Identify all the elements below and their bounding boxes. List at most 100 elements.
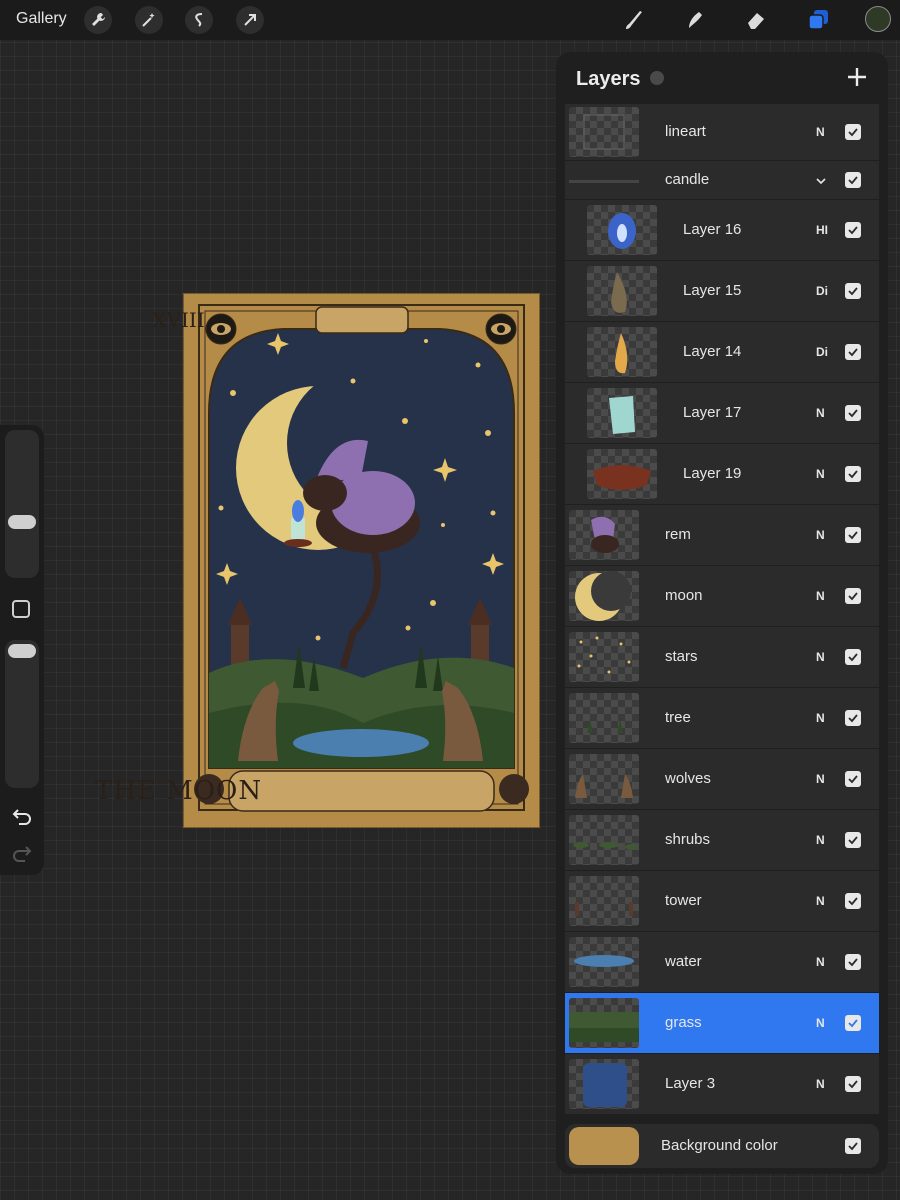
layer-visibility-checkbox[interactable] xyxy=(845,1076,861,1092)
layer-thumbnail[interactable] xyxy=(569,107,639,157)
blend-mode-button[interactable]: N xyxy=(816,467,825,481)
blend-mode-button[interactable]: N xyxy=(816,589,825,603)
layer-row[interactable]: Layer 16 HI xyxy=(565,200,879,260)
color-picker-button[interactable] xyxy=(865,6,891,32)
magic-wand-icon[interactable] xyxy=(135,6,163,34)
layer-name: Layer 15 xyxy=(683,282,742,299)
wrench-icon[interactable] xyxy=(84,6,112,34)
blend-mode-button[interactable]: N xyxy=(816,406,825,420)
layer-visibility-checkbox[interactable] xyxy=(845,124,861,140)
layer-row[interactable]: moon N xyxy=(565,566,879,626)
redo-icon[interactable] xyxy=(11,845,33,863)
selection-icon[interactable] xyxy=(185,6,213,34)
layer-thumbnail[interactable] xyxy=(587,449,657,499)
blend-mode-button[interactable]: Di xyxy=(816,284,828,298)
layer-name: Layer 19 xyxy=(683,465,742,482)
layers-icon[interactable] xyxy=(804,6,832,34)
layer-name: grass xyxy=(665,1014,702,1031)
modifier-square-button[interactable] xyxy=(12,600,30,618)
layer-visibility-checkbox[interactable] xyxy=(845,893,861,909)
blend-mode-button[interactable]: Di xyxy=(816,345,828,359)
blend-mode-button[interactable]: N xyxy=(816,1077,825,1091)
layer-row[interactable]: Layer 17 N xyxy=(565,383,879,443)
layer-visibility-checkbox[interactable] xyxy=(845,222,861,238)
layer-visibility-checkbox[interactable] xyxy=(845,832,861,848)
layer-name: water xyxy=(665,953,702,970)
layer-row[interactable]: shrubs N xyxy=(565,810,879,870)
layer-visibility-checkbox[interactable] xyxy=(845,954,861,970)
chevron-down-icon[interactable] xyxy=(650,71,664,85)
layer-thumbnail[interactable] xyxy=(569,693,639,743)
layer-row[interactable]: wolves N xyxy=(565,749,879,809)
smudge-icon[interactable] xyxy=(681,6,709,34)
blend-mode-button[interactable]: HI xyxy=(816,223,828,237)
layer-row[interactable]: lineart N xyxy=(565,104,879,160)
blend-mode-button[interactable]: N xyxy=(816,894,825,908)
blend-mode-button[interactable]: N xyxy=(816,1016,825,1030)
layer-visibility-checkbox[interactable] xyxy=(845,588,861,604)
brush-size-slider[interactable] xyxy=(5,430,39,578)
layer-thumbnail[interactable] xyxy=(569,632,639,682)
layer-row[interactable]: water N xyxy=(565,932,879,992)
layer-name: tree xyxy=(665,709,691,726)
layer-row[interactable]: Layer 3 N xyxy=(565,1054,879,1114)
layer-name: lineart xyxy=(665,123,706,140)
blend-mode-button[interactable]: N xyxy=(816,833,825,847)
blend-mode-button[interactable]: N xyxy=(816,772,825,786)
blend-mode-button[interactable]: N xyxy=(816,955,825,969)
layer-visibility-checkbox[interactable] xyxy=(845,1015,861,1031)
layer-name: rem xyxy=(665,526,691,543)
background-visibility-checkbox[interactable] xyxy=(845,1138,861,1154)
layer-list: lineart Ncandle Layer 16 HI Layer 15 Di Layer … xyxy=(565,104,879,1115)
layer-thumbnail[interactable] xyxy=(569,754,639,804)
layer-visibility-checkbox[interactable] xyxy=(845,172,861,188)
blend-mode-button[interactable]: N xyxy=(816,711,825,725)
layer-row[interactable]: tree N xyxy=(565,688,879,748)
blend-mode-button[interactable]: N xyxy=(816,528,825,542)
layer-visibility-checkbox[interactable] xyxy=(845,771,861,787)
brush-icon[interactable] xyxy=(620,6,648,34)
layer-row[interactable]: stars N xyxy=(565,627,879,687)
blend-mode-button[interactable]: N xyxy=(816,650,825,664)
layer-name: tower xyxy=(665,892,702,909)
layer-thumbnail[interactable] xyxy=(587,388,657,438)
layer-group-row[interactable]: candle xyxy=(565,161,879,199)
layer-thumbnail[interactable] xyxy=(569,510,639,560)
layer-visibility-checkbox[interactable] xyxy=(845,527,861,543)
opacity-thumb[interactable] xyxy=(8,644,36,658)
layer-thumbnail[interactable] xyxy=(569,998,639,1048)
brush-size-thumb[interactable] xyxy=(8,515,36,529)
transform-arrow-icon[interactable] xyxy=(236,6,264,34)
layer-row[interactable]: tower N xyxy=(565,871,879,931)
layer-visibility-checkbox[interactable] xyxy=(845,283,861,299)
add-layer-button[interactable] xyxy=(844,64,870,90)
chevron-down-icon[interactable] xyxy=(815,175,827,187)
layer-thumbnail[interactable] xyxy=(569,1059,639,1109)
layer-visibility-checkbox[interactable] xyxy=(845,710,861,726)
layer-row[interactable]: grass N xyxy=(565,993,879,1053)
layer-row[interactable]: Layer 19 N xyxy=(565,444,879,504)
layer-visibility-checkbox[interactable] xyxy=(845,344,861,360)
background-color-layer[interactable]: Background color xyxy=(565,1124,879,1168)
layer-thumbnail[interactable] xyxy=(569,571,639,621)
layer-thumbnail[interactable] xyxy=(569,937,639,987)
layer-visibility-checkbox[interactable] xyxy=(845,466,861,482)
undo-icon[interactable] xyxy=(11,808,33,826)
layer-thumbnail[interactable] xyxy=(569,815,639,865)
layer-thumbnail[interactable] xyxy=(569,876,639,926)
layer-visibility-checkbox[interactable] xyxy=(845,649,861,665)
layer-row[interactable]: Layer 15 Di xyxy=(565,261,879,321)
group-indicator xyxy=(569,180,639,183)
background-color-swatch[interactable] xyxy=(569,1127,639,1165)
layer-row[interactable]: Layer 14 Di xyxy=(565,322,879,382)
opacity-slider[interactable] xyxy=(5,640,39,788)
background-color-label: Background color xyxy=(661,1137,778,1154)
layer-thumbnail[interactable] xyxy=(587,205,657,255)
layer-visibility-checkbox[interactable] xyxy=(845,405,861,421)
layer-row[interactable]: rem N xyxy=(565,505,879,565)
eraser-icon[interactable] xyxy=(742,6,770,34)
gallery-button[interactable]: Gallery xyxy=(16,10,67,28)
layer-thumbnail[interactable] xyxy=(587,266,657,316)
layer-thumbnail[interactable] xyxy=(587,327,657,377)
blend-mode-button[interactable]: N xyxy=(816,125,825,139)
